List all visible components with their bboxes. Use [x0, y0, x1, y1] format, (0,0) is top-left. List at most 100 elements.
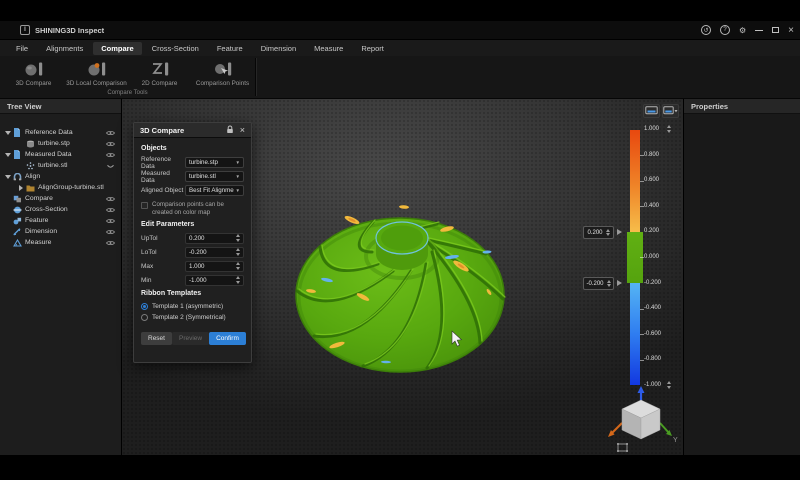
- visibility-eye-icon[interactable]: [106, 130, 115, 136]
- visibility-eye-icon[interactable]: [106, 229, 115, 235]
- maximize-button[interactable]: [772, 27, 779, 33]
- menu-cross-section[interactable]: Cross-Section: [144, 42, 207, 55]
- ribbon-comparison-points-button[interactable]: Comparison Points: [191, 59, 254, 87]
- aligned-object-select[interactable]: Best Fit Alignme ▼: [185, 185, 244, 196]
- tree-item-turbine-stp[interactable]: turbine.stp: [0, 138, 121, 149]
- radio-unselected-icon[interactable]: [141, 314, 148, 321]
- reference-data-select[interactable]: turbine.stp ▼: [185, 157, 244, 168]
- viewport-frame-icon[interactable]: [617, 443, 628, 452]
- ribbon-2d-compare-button[interactable]: 2D Compare: [128, 59, 191, 87]
- dialog-header[interactable]: 3D Compare ×: [134, 123, 251, 138]
- template-2-radio[interactable]: Template 2 (Symmetrical): [141, 312, 244, 323]
- properties-header: Properties: [684, 99, 800, 114]
- cross-section-icon: [12, 206, 22, 214]
- lower-tolerance-input[interactable]: -0.200: [583, 277, 614, 290]
- align-icon: [12, 173, 22, 181]
- dialog-close-icon[interactable]: ×: [240, 126, 245, 135]
- visibility-eye-icon[interactable]: [106, 141, 115, 147]
- tree-item-dimension[interactable]: Dimension: [0, 226, 121, 237]
- tree-item-compare[interactable]: Compare: [0, 193, 121, 204]
- menu-feature[interactable]: Feature: [209, 42, 251, 55]
- hidden-eye-icon[interactable]: [106, 163, 115, 169]
- view-orientation-cube[interactable]: Y: [605, 385, 683, 455]
- colorbar-max-stepper[interactable]: [667, 125, 671, 133]
- upper-tolerance-input[interactable]: 0.200: [583, 226, 614, 239]
- reset-button[interactable]: Reset: [141, 332, 172, 345]
- caret-right-icon[interactable]: [17, 185, 25, 191]
- tree-item-measured-data[interactable]: Measured Data: [0, 149, 121, 160]
- tree-item-aligngroup[interactable]: AlignGroup-turbine.stl: [0, 182, 121, 193]
- comparison-points-note: Comparison points can be created on colo…: [152, 201, 244, 218]
- template-1-radio[interactable]: Template 1 (asymmetric): [141, 301, 244, 312]
- min-input[interactable]: -1.000: [185, 275, 244, 286]
- visibility-eye-icon[interactable]: [106, 218, 115, 224]
- colorbar-tick: 0.400: [644, 203, 674, 209]
- 3d-compare-icon: [24, 59, 44, 79]
- tree-item-turbine-stl[interactable]: turbine.stl: [0, 160, 121, 171]
- 3d-local-comparison-icon: [87, 59, 107, 79]
- caret-down-icon[interactable]: [4, 131, 12, 135]
- menu-measure[interactable]: Measure: [306, 42, 351, 55]
- measured-data-select[interactable]: turbine.stl ▼: [185, 171, 244, 182]
- visibility-eye-icon[interactable]: [106, 207, 115, 213]
- lotol-input[interactable]: -0.200: [185, 247, 244, 258]
- radio-selected-icon[interactable]: [141, 303, 148, 310]
- lotol-stepper[interactable]: [236, 248, 240, 256]
- caret-down-icon[interactable]: [4, 153, 12, 157]
- menu-dimension[interactable]: Dimension: [253, 42, 304, 55]
- close-button[interactable]: ×: [788, 25, 794, 36]
- menu-alignments[interactable]: Alignments: [38, 42, 91, 55]
- dimension-icon: [12, 228, 22, 236]
- comparison-points-checkbox[interactable]: [141, 202, 148, 209]
- colorbar-positive-segment[interactable]: [630, 130, 640, 232]
- visibility-eye-icon[interactable]: [106, 152, 115, 158]
- feedback-icon[interactable]: ↺: [701, 25, 711, 35]
- visibility-eye-icon[interactable]: [106, 196, 115, 202]
- uptol-stepper[interactable]: [236, 234, 240, 242]
- tree-view-header: Tree View: [0, 99, 121, 114]
- uptol-input[interactable]: 0.200: [185, 233, 244, 244]
- colorbar-display-button[interactable]: [643, 104, 660, 118]
- ribbon-3d-compare-button[interactable]: 3D Compare: [2, 59, 65, 87]
- visibility-eye-icon[interactable]: [106, 240, 115, 246]
- ribbon-toolbar: 3D Compare 3D Local Comparison 2D Compar…: [0, 56, 800, 99]
- colorbar-tick: 0.800: [644, 152, 674, 158]
- ribbon-divider: [255, 58, 256, 96]
- window-title: SHINING3D Inspect: [35, 26, 104, 35]
- colorbar-tick: 0.200: [644, 228, 674, 234]
- menu-report[interactable]: Report: [353, 42, 392, 55]
- tree-item-measure[interactable]: Measure: [0, 237, 121, 248]
- settings-gear-icon[interactable]: ⚙: [739, 26, 746, 35]
- preview-button[interactable]: Preview: [172, 332, 209, 345]
- max-input[interactable]: 1.000: [185, 261, 244, 272]
- min-stepper[interactable]: [236, 276, 240, 284]
- edit-parameters-section-title: Edit Parameters: [141, 221, 244, 228]
- colorbar-tick: 0.600: [644, 177, 674, 183]
- pin-lock-icon[interactable]: [226, 121, 234, 139]
- colorbar-tick: -0.400: [644, 305, 674, 311]
- turbine-model[interactable]: [285, 195, 525, 380]
- max-stepper[interactable]: [236, 262, 240, 270]
- axis-y-arrow: [660, 423, 669, 433]
- tree-item-feature[interactable]: Feature: [0, 215, 121, 226]
- confirm-button[interactable]: Confirm: [209, 332, 246, 345]
- colorbar-options-button[interactable]: [662, 104, 679, 118]
- lower-tolerance-stepper[interactable]: [607, 280, 611, 288]
- titlebar: I SHINING3D Inspect ↺ ? ⚙ ×: [0, 21, 800, 40]
- menu-file[interactable]: File: [8, 42, 36, 55]
- tree-item-align[interactable]: Align: [0, 171, 121, 182]
- colorbar-negative-segment[interactable]: [630, 283, 640, 385]
- minimize-button[interactable]: [755, 30, 763, 31]
- properties-panel: Properties: [683, 99, 800, 455]
- solid-model-icon: [25, 140, 35, 148]
- tree-item-reference-data[interactable]: Reference Data: [0, 127, 121, 138]
- tree-item-cross-section[interactable]: Cross-Section: [0, 204, 121, 215]
- upper-tolerance-stepper[interactable]: [606, 229, 610, 237]
- caret-down-icon[interactable]: [4, 175, 12, 179]
- help-icon[interactable]: ?: [720, 25, 730, 35]
- file-icon: [12, 128, 22, 137]
- ribbon-3d-local-comparison-button[interactable]: 3D Local Comparison: [65, 59, 128, 87]
- colorbar-tick: -0.200: [644, 280, 674, 286]
- menu-compare[interactable]: Compare: [93, 42, 142, 55]
- objects-section-title: Objects: [141, 145, 244, 152]
